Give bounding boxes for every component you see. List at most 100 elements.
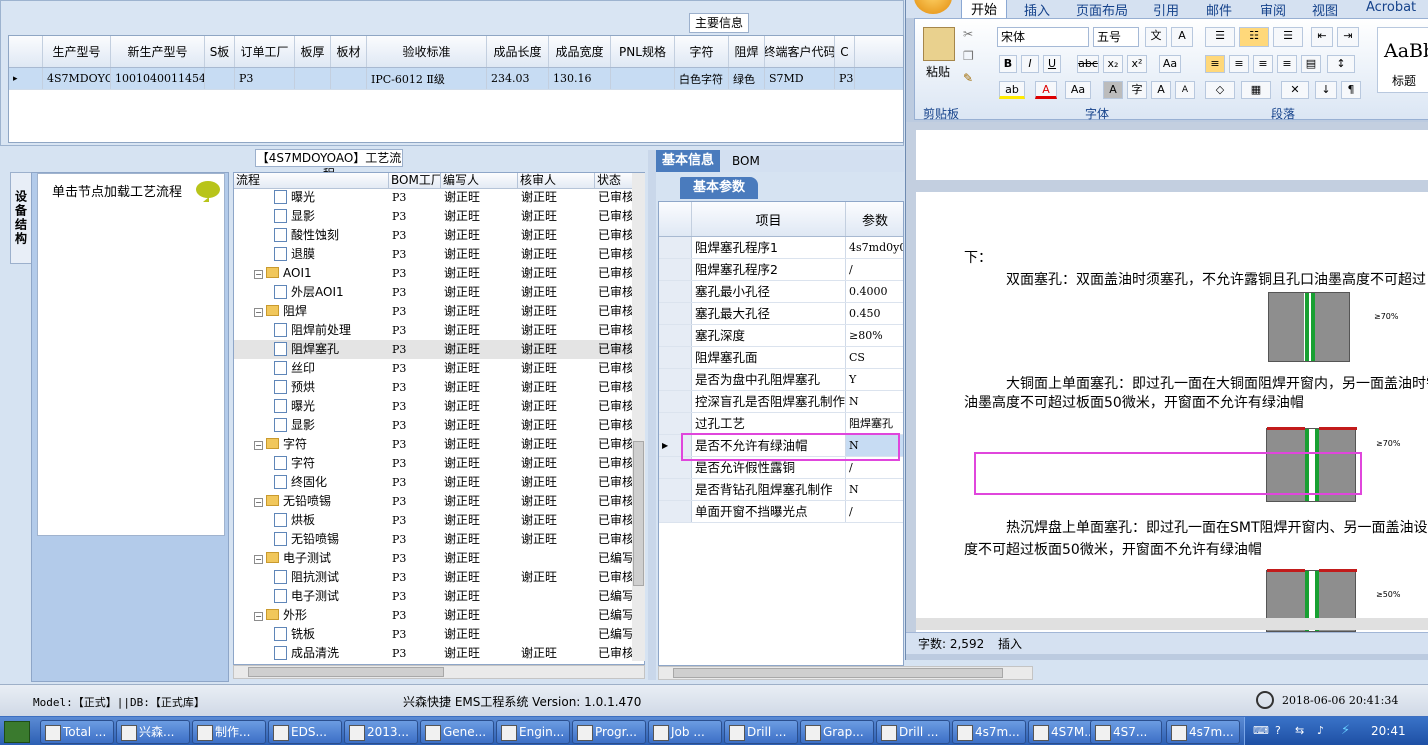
tree-node-label[interactable]: 阻焊前处理 xyxy=(291,323,351,337)
grid-column-header[interactable]: 板厚 xyxy=(295,36,331,67)
tree-column-header[interactable]: 编写人 xyxy=(441,173,518,188)
grid-column-header[interactable]: 生产型号 xyxy=(43,36,111,67)
param-value[interactable]: 4s7md0y0a0 xyxy=(846,237,903,258)
tree-node-label[interactable]: 铣板 xyxy=(291,627,315,641)
paste-label[interactable]: 粘贴 xyxy=(926,63,950,80)
param-row[interactable]: 阻焊塞孔程序2/ xyxy=(659,259,903,281)
row-indicator[interactable]: ▸ xyxy=(9,68,43,89)
volume-icon[interactable]: ♪ xyxy=(1317,724,1324,737)
row-indicator[interactable] xyxy=(659,237,692,258)
tree-node-label[interactable]: 阻抗测试 xyxy=(291,570,339,584)
main-grid-row[interactable]: ▸4S7MDOYOAO10010400114548 P3 IPC-6012 Ⅱ级23… xyxy=(9,68,903,90)
main-info-grid[interactable]: 生产型号 新生产型号 S板 订单工厂 板厚 板材 验收标准 成品长度 成品宽度 PNL规格 字符 阻焊… xyxy=(8,35,904,143)
param-row[interactable]: 是否背钻孔阻焊塞孔制作 N xyxy=(659,479,903,501)
bold-icon[interactable]: B xyxy=(999,55,1017,73)
hscroll-thumb[interactable] xyxy=(248,667,444,677)
tree-node-label[interactable]: 预烘 xyxy=(291,380,315,394)
grid-column-header[interactable]: 验收标准 xyxy=(367,36,487,67)
tree-column-header[interactable]: 核审人 xyxy=(518,173,595,188)
grid-cell[interactable]: 4S7MDOYOAO xyxy=(43,68,111,89)
char-shading-icon[interactable]: A xyxy=(1103,81,1123,99)
change-case-icon[interactable]: Aa xyxy=(1065,81,1091,99)
grid-cell[interactable]: 白色字符 xyxy=(675,68,729,89)
collapse-icon[interactable]: − xyxy=(254,270,263,279)
tree-row[interactable]: 阻抗测试 P3 谢正旺 谢正旺 已审核 xyxy=(234,568,634,587)
param-row[interactable]: 塞孔最小孔径 0.4000 xyxy=(659,281,903,303)
word-tab-review[interactable]: 审阅 xyxy=(1260,0,1286,19)
row-indicator[interactable] xyxy=(659,369,692,390)
row-indicator[interactable] xyxy=(659,259,692,280)
justify-icon[interactable]: ≡ xyxy=(1277,55,1297,73)
italic-icon[interactable]: I xyxy=(1021,55,1039,73)
tree-node-label[interactable]: 成品清洗 xyxy=(291,646,339,660)
row-indicator[interactable] xyxy=(659,281,692,302)
taskbar-button[interactable]: Drill ... xyxy=(724,720,798,744)
taskbar-button[interactable]: Total ... xyxy=(40,720,114,744)
app-tray-icon[interactable]: ⚡ xyxy=(1341,723,1350,738)
insert-mode[interactable]: 插入 xyxy=(998,633,1022,655)
collapse-icon[interactable]: − xyxy=(254,555,263,564)
param-value[interactable]: CS xyxy=(846,347,903,368)
grid-column-header[interactable]: 成品宽度 xyxy=(549,36,611,67)
tree-row[interactable]: 成品清洗 P3 谢正旺 谢正旺 已审核 xyxy=(234,644,634,663)
tree-row[interactable]: − 电子测试 P3 谢正旺 已编写 xyxy=(234,549,634,568)
tree-row[interactable]: − AOI1 P3 谢正旺 谢正旺 已审核 xyxy=(234,264,634,283)
taskbar-button[interactable]: Job ... xyxy=(648,720,722,744)
tree-row[interactable]: − 外形 P3 谢正旺 已编写 xyxy=(234,606,634,625)
param-row[interactable]: 过孔工艺 阻焊塞孔 xyxy=(659,413,903,435)
row-indicator[interactable] xyxy=(659,479,692,500)
param-value[interactable]: ≥80% xyxy=(846,325,903,346)
start-icon[interactable] xyxy=(4,721,30,743)
process-tree[interactable]: 流程 BOM工厂 编写人 核审人 状态 曝光 P3 谢正旺 谢正旺 已审核 显影 P3 谢正旺 谢正旺已… xyxy=(233,172,645,665)
taskbar-button[interactable]: 兴森... xyxy=(116,720,190,744)
grow-font-icon[interactable]: A xyxy=(1151,81,1171,99)
line-spacing-icon[interactable]: ↕ xyxy=(1327,55,1355,73)
cut-icon[interactable]: ✂ xyxy=(963,27,973,41)
param-value[interactable]: 阻焊塞孔 xyxy=(846,413,903,434)
shading-icon[interactable]: ◇ xyxy=(1205,81,1235,99)
superscript-icon[interactable]: x² xyxy=(1127,55,1147,73)
distribute-icon[interactable]: ▤ xyxy=(1301,55,1321,73)
subscript-icon[interactable]: x₂ xyxy=(1103,55,1123,73)
tree-row[interactable]: 预烘 P3 谢正旺 谢正旺 已审核 xyxy=(234,378,634,397)
taskbar-button[interactable]: 4s7m... xyxy=(952,720,1026,744)
word-count[interactable]: 字数: 2,592 xyxy=(918,633,984,655)
tree-node-label[interactable]: 电子测试 xyxy=(283,551,331,565)
process-tree-hscroll[interactable] xyxy=(233,665,645,679)
tree-node-label[interactable]: 显影 xyxy=(291,418,315,432)
row-indicator[interactable] xyxy=(659,413,692,434)
param-value[interactable]: 0.450 xyxy=(846,303,903,324)
show-marks-icon[interactable]: ¶ xyxy=(1341,81,1361,99)
sort-icon[interactable]: ↓ xyxy=(1315,81,1337,99)
strikethrough-icon[interactable]: abc xyxy=(1077,55,1099,73)
tree-row[interactable]: 烘板 P3 谢正旺 谢正旺 已审核 xyxy=(234,511,634,530)
taskbar-button[interactable]: Gene... xyxy=(420,720,494,744)
grid-column-header[interactable]: 字符 xyxy=(675,36,729,67)
tree-node-label[interactable]: 退膜 xyxy=(291,247,315,261)
grid-column-header[interactable]: C xyxy=(835,36,855,67)
grid-column-header[interactable]: 阻焊 xyxy=(729,36,765,67)
shrink-font-icon[interactable]: A xyxy=(1175,81,1195,99)
grid-column-header[interactable]: PNL规格 xyxy=(611,36,675,67)
word-tab-home[interactable]: 开始 xyxy=(961,0,1007,18)
tree-row[interactable]: 终固化 P3 谢正旺 谢正旺 已审核 xyxy=(234,473,634,492)
param-value[interactable]: 0.4000 xyxy=(846,281,903,302)
collapse-icon[interactable]: − xyxy=(254,612,263,621)
tree-row[interactable]: 曝光 P3 谢正旺 谢正旺 已审核 xyxy=(234,397,634,416)
word-window[interactable]: 开始 插入 页面布局 引用 邮件 审阅 视图 Acrobat 粘贴 ✂ ❐ ✎ … xyxy=(905,0,1428,660)
taskbar-button[interactable]: Grap... xyxy=(800,720,874,744)
underline-icon[interactable]: U xyxy=(1043,55,1061,73)
taskbar-button[interactable]: Drill ... xyxy=(876,720,950,744)
row-indicator[interactable] xyxy=(659,501,692,522)
param-row[interactable]: 单面开窗不挡曝光点 / xyxy=(659,501,903,523)
tab-basic-info[interactable]: 基本信息 xyxy=(656,150,721,172)
tree-row[interactable]: 外层AOI1 P3 谢正旺 谢正旺 已审核 xyxy=(234,283,634,302)
tree-column-header[interactable]: BOM工厂 xyxy=(389,173,441,188)
tree-row[interactable]: 阻焊塞孔 P3 谢正旺 谢正旺 已审核 xyxy=(234,340,634,359)
office-button-icon[interactable] xyxy=(914,0,952,14)
word-tab-insert[interactable]: 插入 xyxy=(1024,0,1050,19)
tree-node-label[interactable]: 字符 xyxy=(291,456,315,470)
param-value[interactable]: Y xyxy=(846,369,903,390)
grid-cell[interactable] xyxy=(611,68,675,89)
param-row[interactable]: 阻焊塞孔面 CS xyxy=(659,347,903,369)
